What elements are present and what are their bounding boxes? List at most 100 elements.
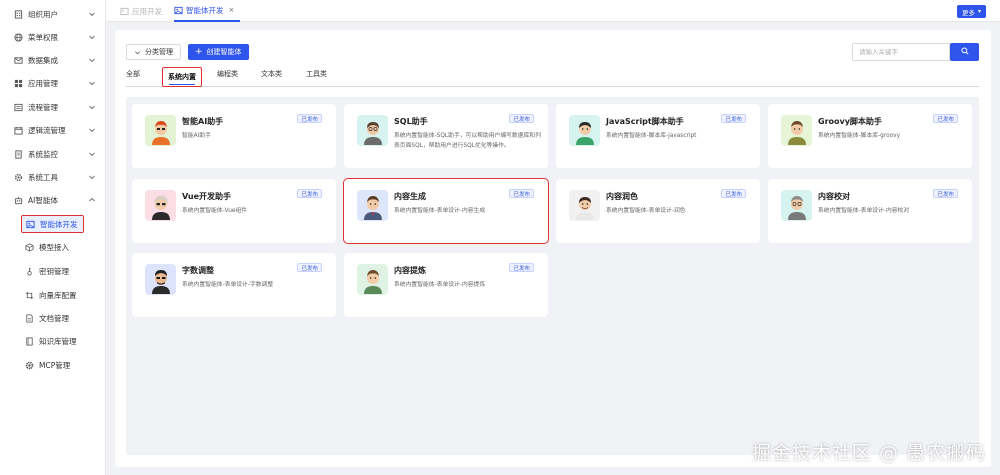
agent-card[interactable]: Groovy脚本助手 系统内置智能体-脚本库-groovy 已发布 bbox=[768, 104, 972, 168]
agent-card[interactable]: Vue开发助手 系统内置智能体-Vue组件 已发布 bbox=[132, 179, 336, 243]
sidebar-item-menu-perm[interactable]: 菜单权限 bbox=[0, 27, 106, 47]
tab-app-dev[interactable]: 应用开发 bbox=[120, 0, 162, 22]
chevron-down-icon bbox=[88, 56, 96, 64]
card-description: 系统内置智能体-表单设计-内容生成 bbox=[394, 208, 486, 214]
document-icon bbox=[13, 149, 23, 159]
sidebar-item-key-mgmt[interactable]: 密钥管理 bbox=[0, 261, 106, 281]
status-badge: 已发布 bbox=[297, 114, 322, 123]
sidebar-item-label: 向量库配置 bbox=[39, 290, 77, 300]
sidebar-item-data-integration[interactable]: 数据集成 bbox=[0, 50, 106, 70]
sidebar-item-ai-agent[interactable]: AI智能体 bbox=[0, 190, 106, 210]
chevron-down-icon bbox=[134, 49, 141, 56]
tab-builtin[interactable]: 系统内置 bbox=[162, 67, 202, 87]
status-badge: 已发布 bbox=[933, 114, 958, 123]
cog-icon bbox=[24, 360, 34, 370]
avatar bbox=[145, 190, 176, 221]
sidebar-item-org-users[interactable]: 组织用户 bbox=[0, 4, 106, 24]
agent-card[interactable]: 字数调整 系统内置智能体-表单设计-字数调整 已发布 bbox=[132, 253, 336, 317]
sidebar-item-label: 智能体开发 bbox=[40, 219, 78, 229]
tab-programming[interactable]: 编程类 bbox=[217, 69, 238, 79]
sidebar-item-label: 系统工具 bbox=[28, 172, 58, 182]
status-badge: 已发布 bbox=[721, 189, 746, 198]
chevron-down-icon bbox=[88, 150, 96, 158]
card-description: 系统内置智能体-Vue组件 bbox=[182, 208, 248, 214]
card-description: 系统内置智能体-表单设计-润色 bbox=[606, 208, 686, 214]
globe-icon bbox=[13, 32, 23, 42]
close-icon[interactable]: × bbox=[229, 6, 235, 14]
main-panel: 分类管理 + 创建智能体 全部 系统内置 编程类 文本类 工具类 智能AI助手 … bbox=[115, 30, 991, 467]
card-title: 内容生成 bbox=[394, 192, 426, 201]
avatar bbox=[357, 264, 388, 295]
tab-all[interactable]: 全部 bbox=[126, 69, 140, 79]
tab-label: 智能体开发 bbox=[186, 5, 224, 15]
avatar bbox=[781, 115, 812, 146]
category-tabs: 全部 系统内置 编程类 文本类 工具类 bbox=[126, 65, 979, 87]
card-title: 内容提炼 bbox=[394, 266, 426, 275]
sidebar-item-label: 系统监控 bbox=[28, 149, 58, 159]
sidebar-item-sys-tools[interactable]: 系统工具 bbox=[0, 167, 106, 187]
chevron-down-icon bbox=[88, 126, 96, 134]
chevron-down-icon bbox=[88, 173, 96, 181]
sidebar-item-vector-config[interactable]: 向量库配置 bbox=[0, 285, 106, 305]
tab-tools[interactable]: 工具类 bbox=[306, 69, 327, 79]
sidebar-item-doc-mgmt[interactable]: 文档管理 bbox=[0, 308, 106, 328]
chevron-down-icon bbox=[88, 103, 96, 111]
agent-card[interactable]: 智能AI助手 智能AI助手 已发布 bbox=[132, 104, 336, 168]
agent-card[interactable]: JavaScript脚本助手 系统内置智能体-脚本库-javascript 已发… bbox=[556, 104, 760, 168]
sidebar-item-kb-mgmt[interactable]: 知识库管理 bbox=[0, 331, 106, 351]
sidebar-item-label: AI智能体 bbox=[28, 195, 58, 205]
sidebar-item-sys-monitor[interactable]: 系统监控 bbox=[0, 144, 106, 164]
calendar-icon bbox=[13, 125, 23, 135]
sidebar-item-flow-mgmt[interactable]: 流程管理 bbox=[0, 97, 106, 117]
status-badge: 已发布 bbox=[933, 189, 958, 198]
category-manage-button[interactable]: 分类管理 bbox=[126, 44, 181, 60]
agent-card[interactable]: 内容提炼 系统内置智能体-表单设计-内容提炼 已发布 bbox=[344, 253, 548, 317]
robot-icon bbox=[13, 195, 23, 205]
sidebar-item-label: 菜单权限 bbox=[28, 32, 58, 42]
sidebar-item-logic-flow[interactable]: 逻辑流管理 bbox=[0, 120, 106, 140]
sidebar-item-label: 文档管理 bbox=[39, 313, 69, 323]
avatar bbox=[569, 115, 600, 146]
search-input[interactable] bbox=[852, 43, 950, 61]
agent-card[interactable]: 内容润色 系统内置智能体-表单设计-润色 已发布 bbox=[556, 179, 760, 243]
sidebar-item-label: 逻辑流管理 bbox=[28, 125, 66, 135]
card-title: 内容润色 bbox=[606, 192, 638, 201]
status-badge: 已发布 bbox=[297, 189, 322, 198]
card-title: 智能AI助手 bbox=[182, 117, 224, 126]
crop-icon bbox=[24, 290, 34, 300]
sidebar-item-model-access[interactable]: 模型接入 bbox=[0, 237, 106, 257]
agent-card[interactable]: SQL助手 系统内置智能体-SQL助手，可以帮助用户编写数据库和列表页面SQL，… bbox=[344, 104, 548, 168]
mail-icon bbox=[13, 55, 23, 65]
category-manage-label: 分类管理 bbox=[145, 48, 173, 56]
more-button[interactable]: 更多 ▾ bbox=[956, 5, 986, 18]
card-title: 内容校对 bbox=[818, 192, 850, 201]
avatar bbox=[357, 190, 388, 221]
tab-agent-dev[interactable]: 智能体开发 × bbox=[174, 0, 241, 22]
sidebar-item-label: 数据集成 bbox=[28, 55, 58, 65]
card-description: 系统内置智能体-表单设计-内容提炼 bbox=[394, 282, 486, 288]
card-description: 智能AI助手 bbox=[182, 133, 211, 139]
sidebar-item-app-mgmt[interactable]: 应用管理 bbox=[0, 73, 106, 93]
avatar bbox=[781, 190, 812, 221]
sidebar-item-mcp-mgmt[interactable]: MCP管理 bbox=[0, 355, 106, 375]
book-icon bbox=[24, 336, 34, 346]
status-badge: 已发布 bbox=[721, 114, 746, 123]
status-badge: 已发布 bbox=[509, 263, 534, 272]
sidebar-item-label: 应用管理 bbox=[28, 78, 58, 88]
sidebar-item-label: MCP管理 bbox=[39, 360, 71, 370]
create-agent-button[interactable]: + 创建智能体 bbox=[188, 44, 249, 60]
card-description: 系统内置智能体-脚本库-javascript bbox=[606, 133, 697, 139]
tab-text[interactable]: 文本类 bbox=[261, 69, 282, 79]
agent-card[interactable]: 内容生成 系统内置智能体-表单设计-内容生成 已发布 bbox=[343, 178, 549, 244]
search-button[interactable] bbox=[950, 43, 979, 61]
agent-card[interactable]: 内容校对 系统内置智能体-表单设计-内容校对 已发布 bbox=[768, 179, 972, 243]
card-description: 系统内置智能体-表单设计-内容校对 bbox=[818, 208, 910, 214]
avatar bbox=[569, 190, 600, 221]
tab-label: 应用开发 bbox=[132, 6, 162, 16]
sidebar: 组织用户 菜单权限 数据集成 应用管理 流程管理 逻辑流管理 系统监控 系统工具 bbox=[0, 0, 106, 475]
create-agent-label: 创建智能体 bbox=[206, 48, 242, 56]
search-icon bbox=[960, 47, 969, 57]
chevron-down-icon bbox=[88, 33, 96, 41]
sidebar-item-agent-dev[interactable]: 智能体开发 bbox=[21, 215, 84, 233]
card-description: 系统内置智能体-表单设计-字数调整 bbox=[182, 282, 274, 288]
